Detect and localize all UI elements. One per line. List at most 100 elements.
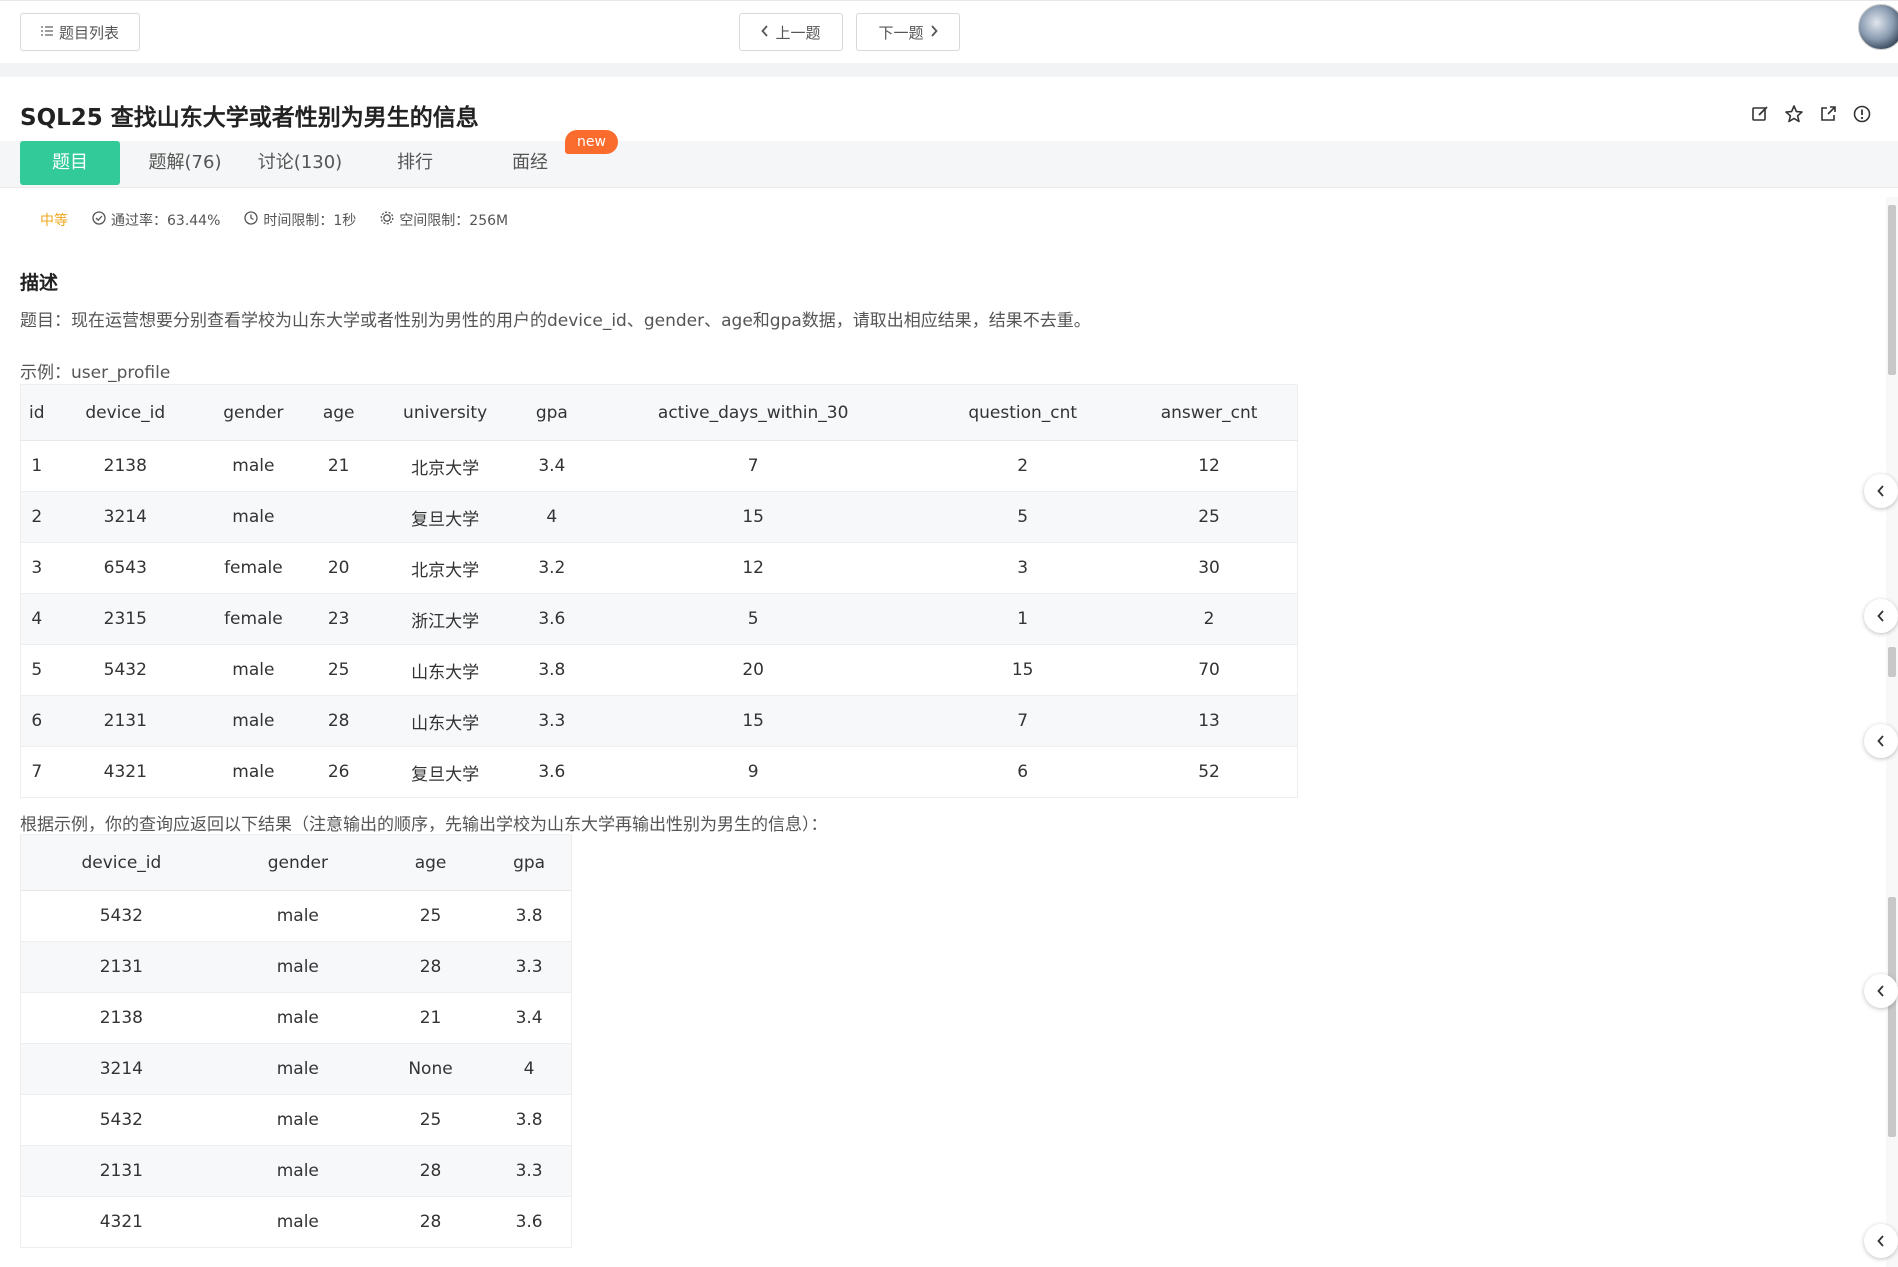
table-row: 4 2315 female 23 浙江大学 3.6 5 1 2: [20, 593, 1298, 645]
edit-icon[interactable]: [1750, 104, 1770, 124]
table-cell: 3214: [20, 1043, 222, 1095]
table-cell: 3.4: [487, 992, 572, 1044]
table-cell: male: [198, 746, 309, 798]
table-cell: male: [221, 890, 374, 942]
chevron-left-icon: [1877, 1232, 1885, 1251]
table-cell: 1: [20, 440, 53, 492]
tab-ranking[interactable]: 排行: [365, 141, 465, 185]
table-row: 6 2131 male 28 山东大学 3.3 15 7 13: [20, 695, 1298, 747]
collapse-handle[interactable]: [1864, 974, 1898, 1008]
table-cell: None: [373, 1043, 488, 1095]
problem-tabs: 题目 题解(76) 讨论(130) 排行 面经: [0, 141, 1898, 188]
description-heading: 描述: [20, 272, 59, 294]
new-badge: new: [565, 130, 618, 154]
table-cell: 2131: [20, 1145, 222, 1197]
table-cell: 28: [373, 1145, 488, 1197]
table-cell: male: [198, 440, 309, 492]
table-cell: 北京大学: [368, 440, 522, 492]
table-cell: male: [221, 1043, 374, 1095]
table-cell: 28: [373, 1196, 488, 1248]
header-divider: [0, 63, 1898, 77]
scrollbar-thumb[interactable]: [1888, 897, 1896, 1137]
table-cell: 7: [20, 746, 53, 798]
table-cell: female: [198, 593, 309, 645]
table-cell: 北京大学: [368, 542, 522, 594]
collapse-handle[interactable]: [1864, 724, 1898, 758]
table-cell: 5432: [20, 1094, 222, 1146]
difficulty-label: 中等: [40, 213, 68, 229]
problem-list-button[interactable]: 题目列表: [20, 13, 140, 51]
collapse-handle[interactable]: [1864, 474, 1898, 508]
chevron-left-icon: [1877, 732, 1885, 751]
star-icon[interactable]: [1784, 104, 1804, 124]
table-cell: 复旦大学: [368, 746, 522, 798]
table-cell: 3.8: [487, 1094, 572, 1146]
column-header: id: [20, 384, 53, 441]
top-toolbar: 题目列表 上一题 下一题: [0, 0, 1898, 64]
table-cell: 3.3: [487, 941, 572, 993]
time-limit: 时间限制：1秒: [244, 210, 356, 230]
column-header: device_id: [52, 384, 199, 441]
table-cell: 25: [1121, 491, 1298, 543]
table-cell: 4321: [52, 746, 199, 798]
table-cell: 山东大学: [368, 695, 522, 747]
problem-list-label: 题目列表: [58, 23, 119, 42]
table-cell: male: [221, 1145, 374, 1197]
scrollbar-thumb[interactable]: [1888, 647, 1896, 677]
table-cell: 3.3: [487, 1145, 572, 1197]
table-cell: 3.6: [521, 746, 583, 798]
column-header: question_cnt: [924, 384, 1122, 441]
table-row: 2 3214 male 复旦大学 4 15 5 25: [20, 491, 1298, 543]
table-cell: [308, 491, 369, 543]
table-cell: 6: [20, 695, 53, 747]
table-cell: male: [221, 1196, 374, 1248]
next-problem-button[interactable]: 下一题: [856, 13, 960, 51]
tab-discussion[interactable]: 讨论(130): [250, 141, 350, 185]
collapse-handle[interactable]: [1864, 599, 1898, 633]
pass-rate-text: 通过率：63.44%: [111, 213, 221, 229]
column-header: gender: [198, 384, 309, 441]
table-cell: 25: [373, 1094, 488, 1146]
result-label: 根据示例，你的查询应返回以下结果（注意输出的顺序，先输出学校为山东大学再输出性别…: [20, 815, 828, 835]
table-cell: 2131: [52, 695, 199, 747]
table-cell: 浙江大学: [368, 593, 522, 645]
table-cell: 70: [1121, 644, 1298, 696]
table-row: 7 4321 male 26 复旦大学 3.6 9 6 52: [20, 746, 1298, 798]
table-cell: 21: [373, 992, 488, 1044]
table-cell: 5: [20, 644, 53, 696]
share-icon[interactable]: [1818, 104, 1838, 124]
collapse-handle[interactable]: [1864, 1224, 1898, 1258]
table-cell: 3: [924, 542, 1122, 594]
avatar[interactable]: [1858, 4, 1898, 50]
table-cell: 30: [1121, 542, 1298, 594]
table-row: 5432 male 25 3.8: [20, 1094, 572, 1146]
title-actions: [1750, 104, 1872, 124]
scrollbar-thumb[interactable]: [1888, 205, 1896, 375]
column-header: age: [373, 834, 488, 891]
table-cell: 4321: [20, 1196, 222, 1248]
prev-problem-button[interactable]: 上一题: [739, 13, 843, 51]
table-cell: 15: [924, 644, 1122, 696]
example-label: 示例：user_profile: [20, 363, 171, 383]
chevron-left-icon: [1877, 482, 1885, 501]
table-row: 5432 male 25 3.8: [20, 890, 572, 942]
table-cell: male: [198, 644, 309, 696]
info-icon[interactable]: [1852, 104, 1872, 124]
table-cell: 复旦大学: [368, 491, 522, 543]
table-cell: 3.4: [521, 440, 583, 492]
table-cell: 12: [582, 542, 925, 594]
table-row: 5 5432 male 25 山东大学 3.8 20 15 70: [20, 644, 1298, 696]
space-limit: 空间限制：256M: [380, 210, 508, 230]
tab-problem[interactable]: 题目: [20, 141, 120, 185]
table-cell: 12: [1121, 440, 1298, 492]
chevron-left-icon: [1877, 607, 1885, 626]
clock-icon: [244, 211, 259, 229]
table-cell: 2315: [52, 593, 199, 645]
pass-rate: 通过率：63.44%: [92, 210, 220, 230]
table-cell: 2131: [20, 941, 222, 993]
tab-solutions[interactable]: 题解(76): [135, 141, 235, 185]
table-row: 2138 male 21 3.4: [20, 992, 572, 1044]
table-cell: 3.6: [487, 1196, 572, 1248]
table-cell: 3.2: [521, 542, 583, 594]
chevron-left-icon: [1877, 982, 1885, 1001]
